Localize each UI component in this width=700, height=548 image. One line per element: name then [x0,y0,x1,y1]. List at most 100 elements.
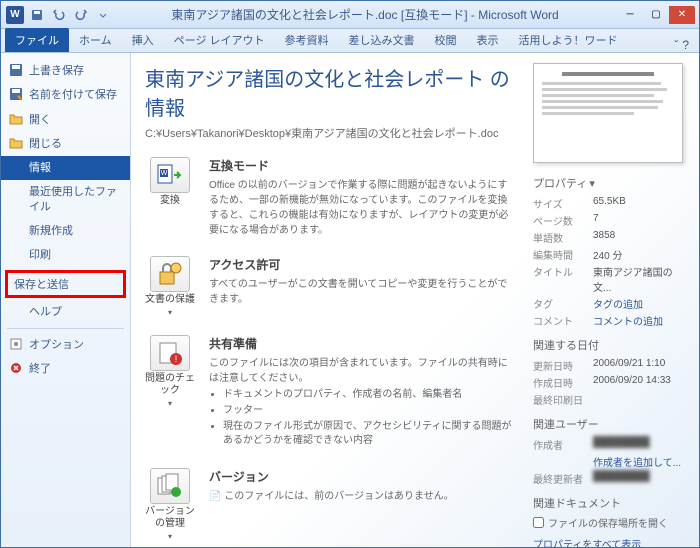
prop-label: タグ [533,296,593,311]
prop-label: 最終更新者 [533,471,593,486]
sidebar-item-save-as[interactable]: 名前を付けて保存 [1,83,130,107]
section-versions: バージョンの管理 ▾ バージョン 📄 このファイルには、前のバージョンはありませ… [145,468,515,541]
prop-label: コメント [533,313,593,328]
prop-label: 作成者 [533,437,593,452]
maximize-button[interactable]: ▢ [643,6,669,24]
sidebar-item-open[interactable]: 開く [1,108,130,132]
sidebar-item-exit[interactable]: 終了 [1,357,130,381]
prop-value-comments[interactable]: コメントの追加 [593,313,689,328]
sidebar-label: 名前を付けて保存 [29,89,117,101]
tab-view[interactable]: 表示 [467,28,509,52]
prop-value-lastmod: ████████ [593,471,689,486]
ribbon-tabs: ファイル ホーム 挿入 ページ レイアウト 参考資料 差し込み文書 校閲 表示 … [1,29,699,53]
help-icon[interactable]: ? [682,38,689,52]
section-prepare-share: ! 問題のチェック ▾ 共有準備 このファイルには次の項目が含まれています。ファ… [145,335,515,450]
sidebar-label: オプション [29,339,84,351]
close-button[interactable]: ✕ [669,6,695,24]
protect-button-label: 文書の保護 [145,294,195,306]
window-title: 東南アジア諸国の文化と社会レポート.doc [互換モード] - Microsof… [113,6,617,23]
save-icon[interactable] [27,5,47,25]
properties-panel: プロパティ ▾ サイズ65.5KB ページ数7 単語数3858 編集時間240 … [529,53,699,547]
sidebar-item-recent[interactable]: 最近使用したファイル [1,180,130,219]
share-prep-list: ドキュメントのプロパティ、作成者の名前、編集者名 フッター 現在のファイル形式が… [209,388,515,448]
sidebar-item-save[interactable]: 上書き保存 [1,59,130,83]
share-prep-text: このファイルには次の項目が含まれています。ファイルの共有時には注意してください。 [209,356,515,386]
prop-label: 編集時間 [533,247,593,262]
show-all-properties-link[interactable]: プロパティをすべて表示 [533,536,641,547]
sidebar-label: 閉じる [29,138,62,150]
save-as-icon [9,87,23,101]
prop-value-title[interactable]: 東南アジア諸国の文... [593,264,689,294]
sidebar-label: 上書き保存 [29,65,84,77]
prop-label: 更新日時 [533,358,593,373]
tab-references[interactable]: 参考資料 [275,28,339,52]
redo-icon[interactable] [71,5,91,25]
tab-review[interactable]: 校閲 [425,28,467,52]
properties-header[interactable]: プロパティ ▾ [533,175,689,191]
sidebar-item-close[interactable]: 閉じる [1,132,130,156]
convert-icon: W [150,157,190,193]
sidebar-label: 開く [29,114,51,126]
checkbox[interactable] [533,517,544,528]
versions-icon [150,468,190,504]
prop-label: 最終印刷日 [533,392,593,407]
undo-icon[interactable] [49,5,69,25]
tab-insert[interactable]: 挿入 [122,28,164,52]
sidebar-label: 情報 [29,162,51,174]
chevron-down-icon: ▾ [589,177,595,190]
sidebar-item-print[interactable]: 印刷 [1,243,130,267]
backstage-main: 東南アジア諸国の文化と社会レポート の情報 C:¥Users¥Takanori¥… [131,53,529,547]
add-author-link[interactable]: 作成者を追加して... [593,454,689,469]
sidebar-label: 最近使用したファイル [29,186,117,212]
svg-text:W: W [161,170,168,177]
protect-icon [150,256,190,292]
sidebar-separator [7,328,124,329]
tab-mailings[interactable]: 差し込み文書 [339,28,425,52]
prop-value-created: 2006/09/20 14:33 [593,375,689,390]
sidebar-item-save-send[interactable]: 保存と送信 [14,276,117,292]
prop-value-printed [593,392,689,407]
list-item: フッター [223,404,515,418]
permissions-heading: アクセス許可 [209,256,515,273]
prop-value-words: 3858 [593,230,689,245]
check-issues-button[interactable]: ! 問題のチェック ▾ [145,335,195,450]
versions-text: 📄 このファイルには、前のバージョンはありません。 [209,489,515,504]
close-folder-icon [9,136,23,150]
quick-access-toolbar: W [5,5,113,25]
prop-label: 作成日時 [533,375,593,390]
minimize-ribbon-icon[interactable]: ˇ [674,38,678,52]
related-users-header: 関連ユーザー [533,416,689,432]
convert-button-label: 変換 [160,195,180,207]
sidebar-item-help[interactable]: ヘルプ [1,300,130,324]
qat-dropdown-icon[interactable] [93,5,113,25]
protect-button[interactable]: 文書の保護 ▾ [145,256,195,317]
document-preview[interactable] [533,63,683,163]
section-compatibility: W 変換 互換モード Office の以前のバージョンで作業する際に問題が起きな… [145,157,515,238]
prop-value-author[interactable]: ████████ [593,437,689,452]
sidebar-item-new[interactable]: 新規作成 [1,219,130,243]
sidebar-item-info[interactable]: 情報 [1,156,130,180]
titlebar: W 東南アジア諸国の文化と社会レポート.doc [互換モード] - Micros… [1,1,699,29]
manage-versions-button[interactable]: バージョンの管理 ▾ [145,468,195,541]
options-icon [9,337,23,351]
open-file-location[interactable]: ファイルの保存場所を開く [533,515,689,530]
minimize-button[interactable]: ─ [617,6,643,24]
tab-file[interactable]: ファイル [5,28,69,52]
list-item: 現在のファイル形式が原因で、アクセシビリティに関する問題があるかどうかを確認でき… [223,420,515,448]
permissions-text: すべてのユーザーがこの文書を開いてコピーや変更を行うことができます。 [209,277,515,307]
sidebar-label: 印刷 [29,249,51,261]
tab-page-layout[interactable]: ページ レイアウト [164,28,275,52]
related-docs-header: 関連ドキュメント [533,495,689,511]
convert-button[interactable]: W 変換 [145,157,195,238]
sidebar-label: ヘルプ [29,306,62,318]
dropdown-arrow-icon: ▾ [168,532,172,541]
tab-home[interactable]: ホーム [69,28,122,52]
check-icon: ! [150,335,190,371]
sidebar-label: 終了 [29,363,51,375]
sidebar-item-save-send-highlight: 保存と送信 [5,270,126,298]
sidebar-item-options[interactable]: オプション [1,333,130,357]
tab-addins[interactable]: 活用しよう！ワード [509,28,628,52]
page-title: 東南アジア諸国の文化と社会レポート の情報 [145,63,515,121]
prop-value-tags[interactable]: タグの追加 [593,296,689,311]
word-app-icon[interactable]: W [5,5,25,25]
